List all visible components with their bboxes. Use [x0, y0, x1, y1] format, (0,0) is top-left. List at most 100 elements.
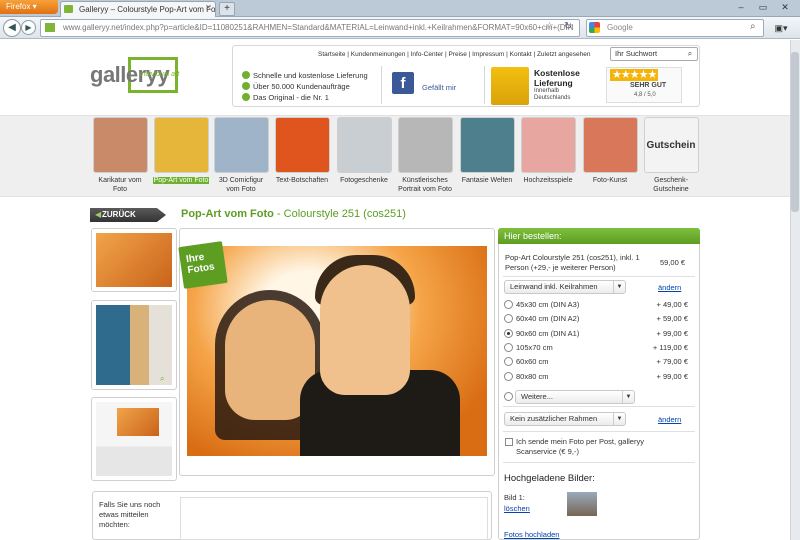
category-item[interactable]: Gutschein Geschenk- Gutscheine	[641, 115, 701, 197]
category-label-line: Hochzeitsspiele	[523, 177, 573, 184]
upload-photos-link[interactable]: Fotos hochladen	[504, 530, 559, 539]
thumbnail-1[interactable]	[91, 228, 177, 292]
image-label: Bild 1:	[504, 493, 525, 502]
size-option[interactable]: 60x40 cm (DIN A2) + 59,00 €	[504, 313, 688, 325]
more-sizes-select[interactable]: Weitere... ▼	[515, 390, 635, 404]
size-label: 45x30 cm (DIN A3)	[516, 300, 580, 309]
size-radio[interactable]	[504, 371, 513, 381]
size-radio[interactable]	[504, 342, 513, 352]
product-description: Pop-Art Colourstyle 251 (cos251), inkl. …	[505, 253, 640, 272]
size-option[interactable]: 60x60 cm + 79,00 €	[504, 356, 688, 368]
category-label-line: Foto	[112, 186, 127, 193]
product-subtitle: - Colourstyle 251 (cos251)	[273, 208, 406, 220]
back-button[interactable]: ZURÜCK	[90, 208, 166, 222]
benefit-text: Über 50.000 Kundenaufträge	[253, 82, 350, 91]
size-label: 105x70 cm	[516, 342, 553, 352]
category-label-line: vom Foto	[226, 186, 256, 193]
back-icon[interactable]: ◀	[3, 19, 21, 37]
forward-icon[interactable]: ▶	[21, 20, 36, 35]
category-label: Hochzeitsspiele	[518, 176, 578, 185]
scrollbar-thumb[interactable]	[791, 52, 799, 212]
category-label-line: Pop-Art vom Foto	[152, 177, 210, 184]
delivery-image	[491, 67, 529, 105]
zoom-icon[interactable]: ⌕	[160, 374, 164, 384]
benefit-item: Schnelle und kostenlose Lieferung	[242, 71, 368, 80]
category-image	[459, 117, 515, 173]
new-tab-button[interactable]: +	[219, 2, 235, 16]
top-links[interactable]: Startseite | Kundenmeinungen | Info-Cent…	[318, 51, 590, 58]
delete-image-link[interactable]: löschen	[504, 504, 530, 513]
close-window-icon[interactable]: ✕	[774, 1, 796, 13]
category-label: Pop-Art vom Foto	[151, 176, 211, 185]
size-radio[interactable]	[504, 300, 513, 309]
size-radio[interactable]	[504, 314, 513, 324]
chevron-down-icon: ▼	[613, 281, 625, 293]
rating-label: SEHR GUT	[630, 82, 667, 89]
minimize-icon[interactable]: –	[730, 1, 752, 13]
category-item[interactable]: Pop-Art vom Foto	[151, 115, 211, 197]
artwork-figure	[320, 265, 410, 395]
change-frame-link[interactable]: ändern	[658, 415, 681, 424]
menu-icon[interactable]: ▣▾	[768, 20, 794, 36]
scan-service-checkbox[interactable]	[505, 438, 513, 446]
uploaded-image-thumbnail[interactable]	[567, 492, 597, 516]
size-option[interactable]: 80x80 cm + 99,00 €	[504, 371, 688, 383]
category-item[interactable]: 3D Comicfigur vom Foto	[211, 115, 271, 197]
size-label: 90x60 cm (DIN A1)	[516, 328, 580, 338]
maximize-icon[interactable]: ▭	[752, 1, 774, 13]
facebook-icon[interactable]: f	[392, 72, 414, 94]
size-option[interactable]: 45x30 cm (DIN A3) + 49,00 €	[504, 299, 688, 311]
size-price: + 59,00 €	[656, 314, 689, 324]
tab-favicon-icon	[64, 5, 73, 13]
category-image	[153, 117, 209, 173]
benefit-text: Schnelle und kostenlose Lieferung	[253, 71, 368, 80]
category-item[interactable]: Fantasie Welten	[457, 115, 517, 197]
category-item[interactable]: Text-Botschaften	[272, 115, 332, 197]
size-price: + 99,00 €	[656, 328, 689, 338]
benefit-text: Das Original - die Nr. 1	[253, 93, 329, 102]
search-icon[interactable]: ⌕	[684, 48, 696, 60]
category-item[interactable]: Karikatur vom Foto	[90, 115, 150, 197]
search-go-icon[interactable]: ⌕	[750, 21, 756, 32]
category-item[interactable]: Fotogeschenke	[334, 115, 394, 197]
facebook-like-link[interactable]: Gefällt mir	[422, 83, 456, 92]
category-item[interactable]: Künstlerisches Portrait vom Foto	[395, 115, 455, 197]
message-label: Falls Sie uns noch etwas mitteilen möcht…	[99, 500, 161, 529]
bookmark-star-icon[interactable]: ☆	[545, 21, 554, 32]
category-image	[520, 117, 576, 173]
size-price: + 79,00 €	[656, 357, 689, 367]
change-material-link[interactable]: ändern	[658, 283, 681, 292]
divider	[503, 431, 695, 432]
order-header: Hier bestellen:	[498, 228, 700, 244]
chevron-down-icon: ▼	[613, 413, 625, 425]
browser-tab[interactable]: Galleryy – Colourstyle Pop-Art vom Foto.…	[60, 1, 216, 17]
size-label: 60x60 cm	[516, 357, 549, 367]
firefox-menu-button[interactable]: Firefox ▾	[0, 0, 58, 14]
category-item[interactable]: Foto-Kunst	[580, 115, 640, 197]
back-arrow-icon: ◀	[95, 210, 102, 219]
check-icon	[242, 82, 250, 90]
material-select[interactable]: Leinwand inkl. Keilrahmen ▼	[504, 280, 626, 294]
delivery-sub-line: Innerhalb	[534, 88, 560, 94]
size-radio[interactable]	[504, 328, 513, 338]
category-image	[336, 117, 392, 173]
address-bar[interactable]: www.galleryy.net/index.php?p=article&ID=…	[40, 19, 580, 37]
reload-icon[interactable]: ↻	[564, 21, 572, 32]
tab-close-icon[interactable]: ✕	[205, 3, 212, 12]
size-price: + 49,00 €	[656, 300, 689, 309]
frame-select[interactable]: Kein zusätzlicher Rahmen ▼	[504, 412, 626, 426]
size-radio[interactable]	[504, 392, 513, 401]
category-image	[397, 117, 453, 173]
size-option[interactable]: 90x60 cm (DIN A1) + 99,00 €	[504, 328, 688, 340]
size-radio[interactable]	[504, 357, 513, 367]
message-textarea[interactable]	[180, 497, 488, 540]
category-item[interactable]: Hochzeitsspiele	[518, 115, 578, 197]
category-label: Fantasie Welten	[457, 176, 517, 185]
benefit-item: Das Original - die Nr. 1	[242, 93, 329, 102]
check-icon	[242, 71, 250, 79]
size-option[interactable]: 105x70 cm + 119,00 €	[504, 342, 688, 354]
size-price: + 119,00 €	[652, 342, 688, 352]
category-label-line: 3D Comicfigur	[218, 177, 264, 184]
category-label-line: Fantasie Welten	[461, 177, 513, 184]
search-bar[interactable]: Google	[586, 19, 764, 37]
